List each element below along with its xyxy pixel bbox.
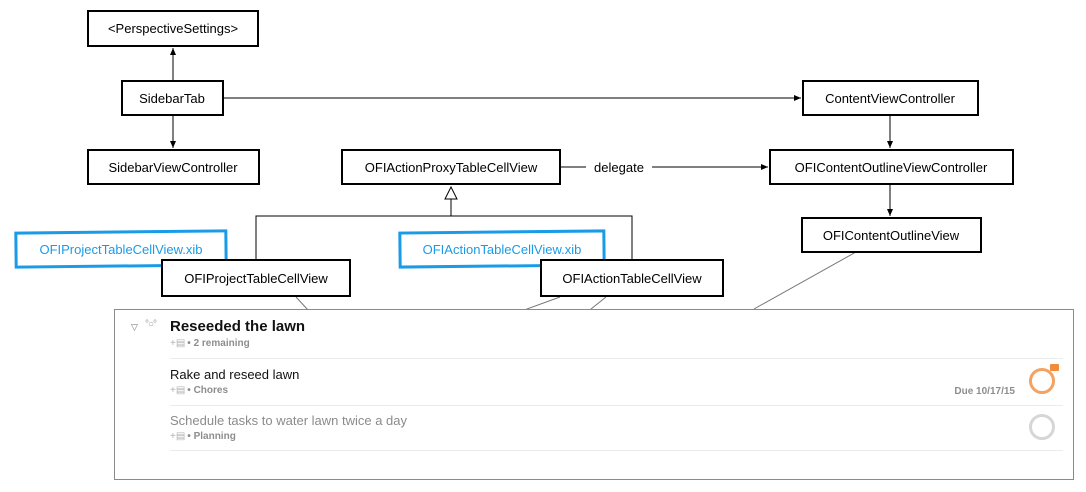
sidebar-view-controller-label: SidebarViewController [108, 160, 238, 175]
project-type-icon: °○° [145, 319, 157, 330]
row-divider [170, 358, 1063, 359]
note-icon: +▤ [170, 385, 186, 396]
row-divider [170, 450, 1063, 451]
status-circle-icon[interactable] [1029, 414, 1055, 440]
action-title: Rake and reseed lawn [170, 367, 300, 382]
delegate-edge-label: delegate [594, 160, 644, 175]
perspective-settings-label: <PerspectiveSettings> [108, 21, 238, 36]
action-context: • Planning [187, 431, 236, 442]
project-meta: • 2 remaining [187, 338, 250, 349]
content-view-controller-label: ContentViewController [825, 91, 955, 106]
action-cell-view-label: OFIActionTableCellView [562, 271, 702, 286]
action-xib-label: OFIActionTableCellView.xib [423, 242, 582, 257]
note-icon: +▤ [170, 338, 186, 349]
project-row[interactable]: Reseeded the lawn +▤ • 2 remaining [170, 318, 1063, 349]
outline-panel: ▽ °○° Reseeded the lawn +▤ • 2 remaining… [114, 309, 1074, 480]
project-title: Reseeded the lawn [170, 318, 306, 335]
action-proxy-cell-view-label: OFIActionProxyTableCellView [365, 160, 538, 175]
content-outline-view-controller-label: OFIContentOutlineViewController [795, 160, 988, 175]
row-divider [170, 405, 1063, 406]
project-xib-label: OFIProjectTableCellView.xib [39, 242, 202, 257]
project-cell-view-label: OFIProjectTableCellView [184, 271, 328, 286]
action-row[interactable]: Rake and reseed lawn +▤ • Chores [170, 367, 1063, 396]
action-row[interactable]: Schedule tasks to water lawn twice a day… [170, 413, 1063, 442]
flag-icon[interactable] [1050, 364, 1059, 371]
status-circle-icon[interactable] [1029, 368, 1055, 394]
content-outline-view-label: OFIContentOutlineView [823, 228, 960, 243]
due-date: Due 10/17/15 [954, 386, 1015, 397]
action-title: Schedule tasks to water lawn twice a day [170, 413, 408, 428]
action-context: • Chores [187, 385, 229, 396]
note-icon: +▤ [170, 431, 186, 442]
association-edges [170, 48, 893, 216]
disclosure-triangle-icon[interactable]: ▽ [131, 322, 138, 333]
sidebar-tab-label: SidebarTab [139, 91, 205, 106]
